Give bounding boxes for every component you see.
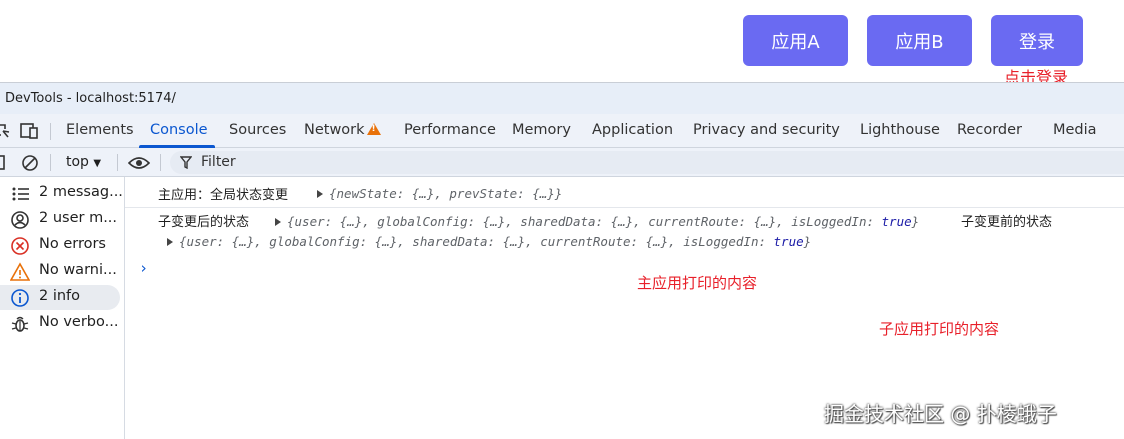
error-icon [11,237,29,255]
tab-console[interactable]: Console [150,122,208,138]
sidebar-item-label: No verbo... [39,314,119,330]
log-object-preview: {user: {…}, globalConfig: {…}, sharedDat… [179,234,774,249]
log-object-preview: {newState: {…}, prevState: {…}} [329,186,563,201]
log-message-text: 子变更前的状态 [961,215,1053,230]
login-button[interactable]: 登录 [991,15,1083,66]
tab-application[interactable]: Application [592,122,673,138]
sidebar-item-messages[interactable]: 2 messag... [0,181,123,206]
log-message-text: 主应用：全局状态变更 [158,188,289,203]
annotation-main-app: 主应用打印的内容 [637,274,758,292]
sidebar-item-label: 2 user m... [39,210,118,226]
toolbar-separator [160,154,161,171]
sidebar-item-label: 2 info [39,288,81,304]
log-object-end: } [803,234,812,249]
toolbar-separator [50,154,51,171]
sidebar-item-label: No warni... [39,262,117,278]
log-object-preview: {user: {…}, globalConfig: {…}, sharedDat… [287,214,882,229]
log-object-expander[interactable]: {user: {…}, globalConfig: {…}, sharedDat… [275,214,919,229]
log-separator [125,207,1124,208]
log-message-text: 子变更后的状态 [158,215,250,230]
sidebar-item-verbose[interactable]: No verbo... [0,311,120,336]
chevron-down-icon: ▼ [93,158,102,169]
filter-placeholder: Filter [201,154,236,170]
tab-separator [50,123,51,140]
log-object-end: } [911,214,920,229]
clear-console-icon[interactable] [21,154,39,172]
watermark: 掘金技术社区 @ 扑棱蛾子 [824,402,1057,426]
devtools-title: DevTools - localhost:5174/ [5,91,176,106]
filter-input[interactable]: Filter [170,151,1124,174]
sidebar-toggle-icon[interactable] [0,155,6,171]
expand-triangle-icon [317,190,323,198]
list-icon [12,187,29,201]
expand-triangle-icon [275,218,281,226]
tab-network-label: Network [304,122,365,138]
console-prompt[interactable]: › [139,259,148,277]
sidebar-item-info[interactable]: 2 info [0,285,120,310]
app-b-button[interactable]: 应用B [867,15,972,66]
bug-icon [11,316,29,332]
device-toolbar-icon[interactable] [20,123,40,139]
annotation-sub-app: 子应用打印的内容 [879,320,1000,338]
console-sidebar: 2 messag... 2 user m... No errors No war… [0,177,125,439]
log-object-expander[interactable]: {newState: {…}, prevState: {…}} [317,186,562,201]
tab-memory[interactable]: Memory [512,122,571,138]
tab-media[interactable]: Media [1053,122,1097,138]
sidebar-item-errors[interactable]: No errors [0,233,120,258]
app-a-button[interactable]: 应用A [743,15,848,66]
eye-icon[interactable] [128,156,150,170]
devtools-tabbar: Elements Console Sources Network Perform… [0,114,1124,148]
tab-elements[interactable]: Elements [66,122,134,138]
sidebar-item-warnings[interactable]: No warni... [0,259,120,284]
user-circle-icon [11,211,29,229]
sidebar-item-label: No errors [39,236,106,252]
warning-icon [10,262,30,281]
network-warning-icon [366,123,381,135]
tab-privacy-security[interactable]: Privacy and security [693,122,840,138]
tab-lighthouse[interactable]: Lighthouse [860,122,940,138]
context-selector[interactable]: top ▼ [66,154,101,170]
tab-recorder[interactable]: Recorder [957,122,1022,138]
filter-icon [180,156,192,169]
log-object-expander[interactable]: {user: {…}, globalConfig: {…}, sharedDat… [167,234,811,249]
tab-sources[interactable]: Sources [229,122,286,138]
inspect-element-icon[interactable] [0,123,10,139]
sidebar-item-user-messages[interactable]: 2 user m... [0,207,120,232]
app-header: 应用A 应用B 登录 [0,0,1124,82]
log-boolean-value: true [881,214,912,229]
context-label: top [66,154,89,170]
log-boolean-value: true [773,234,804,249]
expand-triangle-icon [167,238,173,246]
tab-performance[interactable]: Performance [404,122,496,138]
console-toolbar: top ▼ Filter [0,148,1124,177]
info-icon [11,289,29,307]
devtools-titlebar: DevTools - localhost:5174/ [0,83,1124,114]
toolbar-separator [117,154,118,171]
tab-network[interactable]: Network [304,122,381,138]
devtools-panel: DevTools - localhost:5174/ Elements Cons… [0,82,1124,439]
sidebar-item-label: 2 messag... [39,184,123,200]
